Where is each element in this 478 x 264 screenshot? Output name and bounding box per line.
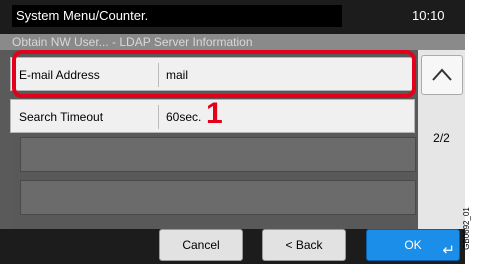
empty-row (20, 137, 416, 172)
back-button[interactable]: < Back (262, 229, 346, 261)
clock: 10:10 (412, 8, 445, 23)
empty-row (20, 180, 416, 215)
top-bar: System Menu/Counter. 10:10 (0, 0, 465, 34)
cancel-button[interactable]: Cancel (159, 229, 243, 261)
highlight-frame (12, 50, 416, 98)
ok-label: OK (404, 238, 422, 252)
device-screen: System Menu/Counter. 10:10 Obtain NW Use… (0, 0, 465, 264)
scrollbar: 2/2 (418, 50, 465, 264)
enter-icon: ↵ (442, 242, 455, 259)
ok-button[interactable]: OK ↵ (366, 229, 460, 261)
chevron-up-icon (432, 68, 452, 81)
scroll-up-button[interactable] (421, 55, 463, 95)
breadcrumb-bar: Obtain NW User... - LDAP Server Informat… (0, 34, 465, 50)
page-indicator: 2/2 (433, 131, 450, 145)
breadcrumb: Obtain NW User... - LDAP Server Informat… (12, 35, 253, 49)
figure-code: GB0692_01 (462, 200, 477, 260)
figure-code-text: GB0692_01 (461, 207, 471, 250)
setting-label: Search Timeout (19, 110, 104, 124)
bottom-bar: Cancel < Back OK ↵ (0, 229, 465, 264)
divider (158, 105, 159, 129)
callout-number: 1 (206, 97, 223, 130)
screen-title: System Menu/Counter. (12, 5, 342, 27)
setting-value: 60sec. (166, 110, 202, 124)
